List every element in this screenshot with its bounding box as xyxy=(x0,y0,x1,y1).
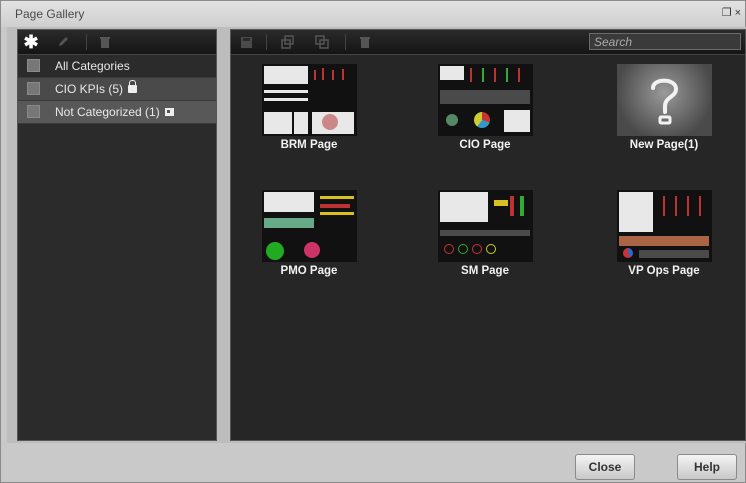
delete-page-icon[interactable] xyxy=(356,33,374,51)
page-gallery-panel: BRM Page CIO Page xyxy=(230,29,746,441)
category-item-cio-kpis[interactable]: CIO KPIs (5) xyxy=(18,78,216,101)
copy-icon[interactable] xyxy=(313,33,331,51)
close-icon[interactable]: × xyxy=(735,7,741,19)
page-tile-vp-ops[interactable]: VP Ops Page xyxy=(604,190,724,277)
page-tile-pmo[interactable]: PMO Page xyxy=(249,190,369,277)
category-item-all[interactable]: All Categories xyxy=(18,55,216,78)
page-thumbnail xyxy=(437,190,533,262)
help-button[interactable]: Help xyxy=(677,454,737,480)
page-label: New Page(1) xyxy=(629,139,699,151)
delete-category-icon[interactable] xyxy=(96,33,114,51)
category-label: All Categories xyxy=(55,59,130,73)
page-label: PMO Page xyxy=(280,265,338,277)
close-button[interactable]: Close xyxy=(575,454,635,480)
page-tile-new-page[interactable]: New Page(1) xyxy=(604,64,724,151)
category-label: CIO KPIs (5) xyxy=(55,82,124,96)
page-toolbar xyxy=(231,30,745,55)
page-label: CIO Page xyxy=(459,139,511,151)
page-thumbnail xyxy=(261,64,357,136)
edit-category-icon[interactable] xyxy=(54,33,72,51)
category-panel: ✱ All Categories CIO KPIs (5) Not Catego… xyxy=(17,29,217,441)
page-thumbnail xyxy=(261,190,357,262)
window-title: Page Gallery xyxy=(15,7,85,21)
category-checkbox[interactable] xyxy=(27,105,40,118)
toolbar-separator xyxy=(86,34,87,50)
page-thumbnail xyxy=(616,190,712,262)
page-tile-brm[interactable]: BRM Page xyxy=(249,64,369,151)
duplicate-icon[interactable] xyxy=(279,33,297,51)
category-item-not-categorized[interactable]: Not Categorized (1) xyxy=(18,101,216,124)
page-label: SM Page xyxy=(461,265,509,277)
page-gallery-dialog: Page Gallery ❐ × ✱ All Categories CIO KPI… xyxy=(0,0,746,483)
page-tile-cio[interactable]: CIO Page xyxy=(425,64,545,151)
page-thumbnail xyxy=(616,64,712,136)
new-category-icon[interactable]: ✱ xyxy=(22,32,40,52)
question-mark-icon xyxy=(650,78,678,125)
save-icon[interactable] xyxy=(237,33,255,51)
page-thumbnail xyxy=(437,64,533,136)
search-input[interactable] xyxy=(589,33,741,50)
category-checkbox[interactable] xyxy=(27,82,40,95)
category-list: All Categories CIO KPIs (5) Not Categori… xyxy=(18,55,216,124)
title-bar[interactable]: Page Gallery ❐ × xyxy=(1,1,745,27)
category-label: Not Categorized (1) xyxy=(55,105,160,119)
page-tile-sm[interactable]: SM Page xyxy=(425,190,545,277)
page-label: VP Ops Page xyxy=(628,265,700,277)
lock-icon xyxy=(128,80,138,93)
restore-icon[interactable]: ❐ xyxy=(722,7,732,19)
category-checkbox[interactable] xyxy=(27,59,40,72)
uncategorized-icon xyxy=(164,108,174,116)
page-label: BRM Page xyxy=(280,139,338,151)
category-toolbar: ✱ xyxy=(18,30,216,55)
